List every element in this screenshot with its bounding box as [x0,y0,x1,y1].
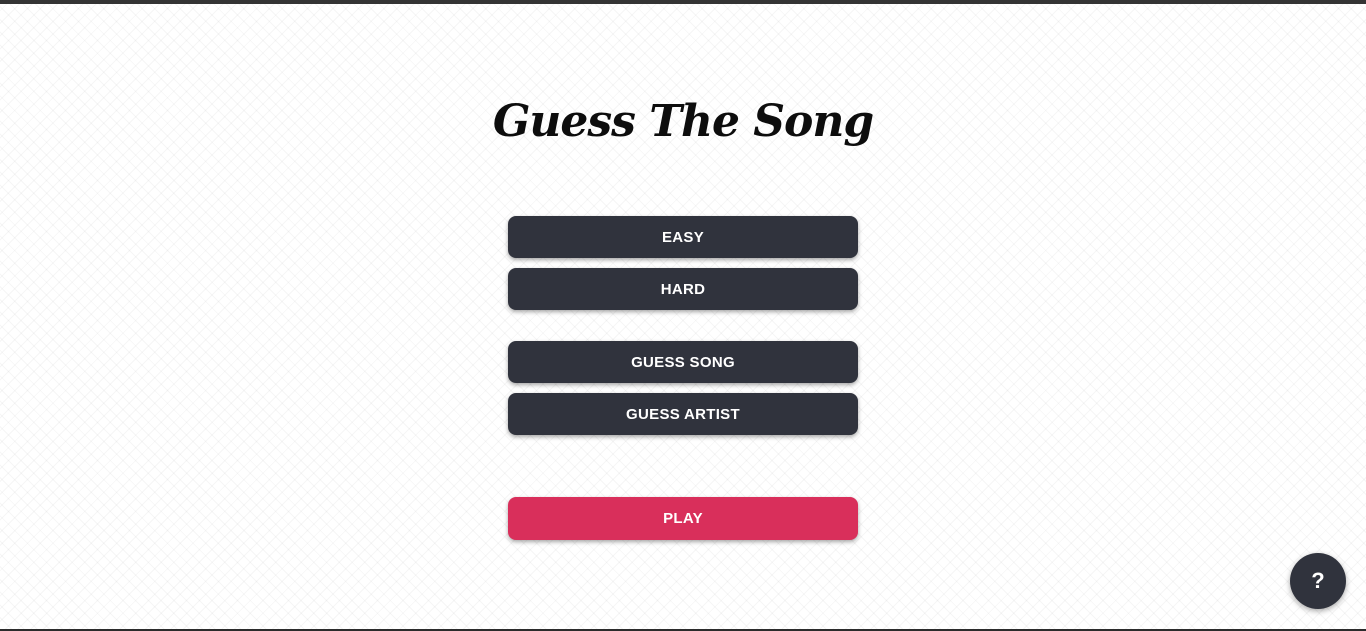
help-button[interactable]: ? [1290,553,1346,609]
page-title: Guess The Song [492,96,874,147]
easy-button[interactable]: EASY [508,216,858,258]
play-button[interactable]: PLAY [508,497,858,540]
question-mark-icon: ? [1311,568,1325,593]
hard-button[interactable]: HARD [508,268,858,310]
top-border [0,0,1366,4]
guess-artist-button[interactable]: GUESS ARTIST [508,393,858,435]
guess-song-button[interactable]: GUESS SONG [508,341,858,383]
